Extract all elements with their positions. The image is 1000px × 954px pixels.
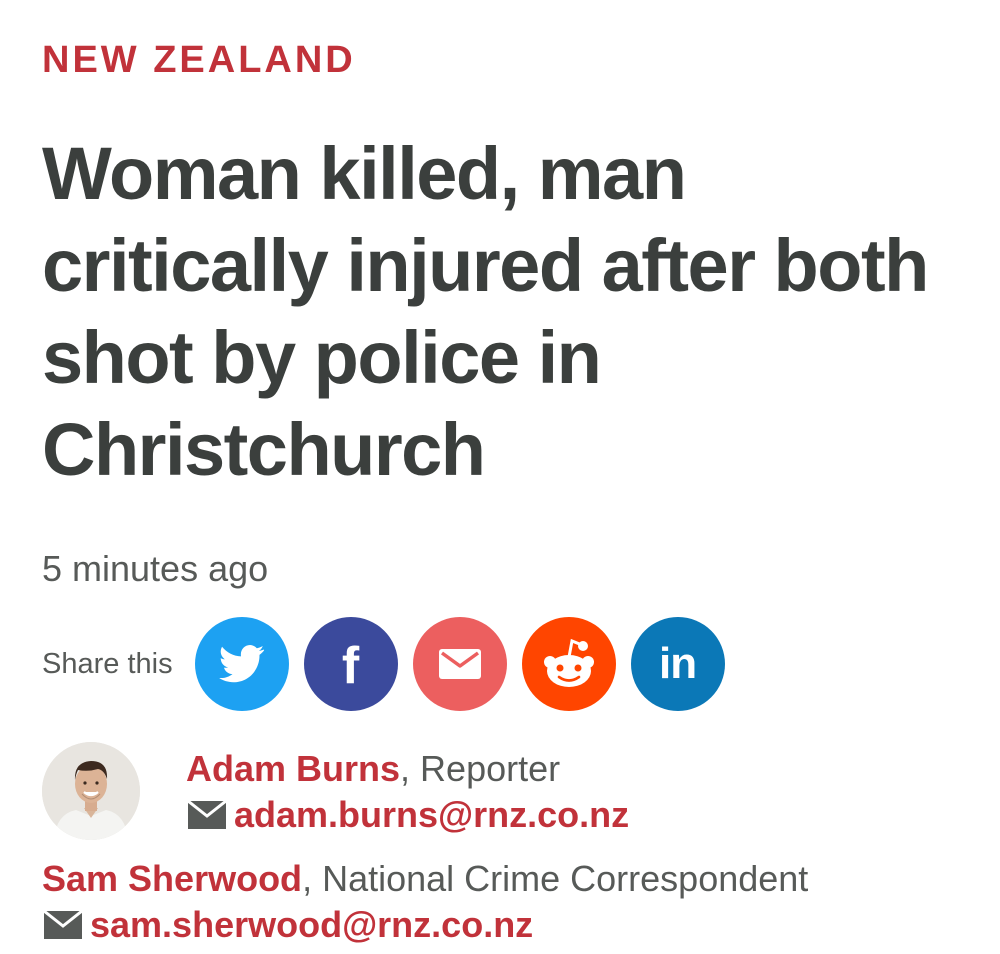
share-label: Share this [42,647,173,680]
share-reddit-button[interactable] [521,617,616,711]
author-avatar [42,742,140,840]
author-1-line: Adam Burns, Reporter [186,747,560,791]
author-photo [42,742,140,840]
mail-icon [188,801,226,829]
section-label[interactable]: NEW ZEALAND [42,38,356,82]
author-1-email-link[interactable]: adam.burns@rnz.co.nz [234,793,629,837]
timestamp: 5 minutes ago [42,548,269,589]
share-linkedin-button[interactable]: in [630,617,725,711]
share-twitter-button[interactable] [194,617,289,711]
article-headline: Woman killed, man critically injured aft… [42,132,929,491]
author-1-role: Reporter [420,748,561,789]
share-facebook-button[interactable]: f [303,617,398,711]
author-2-role: National Crime Correspondent [322,858,809,899]
twitter-bird-icon [218,645,264,683]
author-2-separator: , [302,858,323,899]
author-2-name[interactable]: Sam Sherwood [42,858,302,899]
author-2-email-link[interactable]: sam.sherwood@rnz.co.nz [90,903,533,947]
facebook-f-icon: f [341,637,360,695]
linkedin-in-icon: in [659,639,697,688]
author-1-email-line: adam.burns@rnz.co.nz [188,793,629,837]
author-1-name[interactable]: Adam Burns [186,748,400,789]
author-1-separator: , [400,748,421,789]
author-2-line: Sam Sherwood, National Crime Corresponde… [42,857,808,901]
mail-icon [44,911,82,939]
share-email-button[interactable] [412,617,507,711]
envelope-icon [438,649,481,679]
author-byline-1: Adam Burns, Reporter adam.burns@rnz.co.n… [42,742,942,842]
share-bar: Share this f in [42,616,740,712]
reddit-alien-icon [543,638,594,687]
author-2-email-line: sam.sherwood@rnz.co.nz [44,903,533,947]
